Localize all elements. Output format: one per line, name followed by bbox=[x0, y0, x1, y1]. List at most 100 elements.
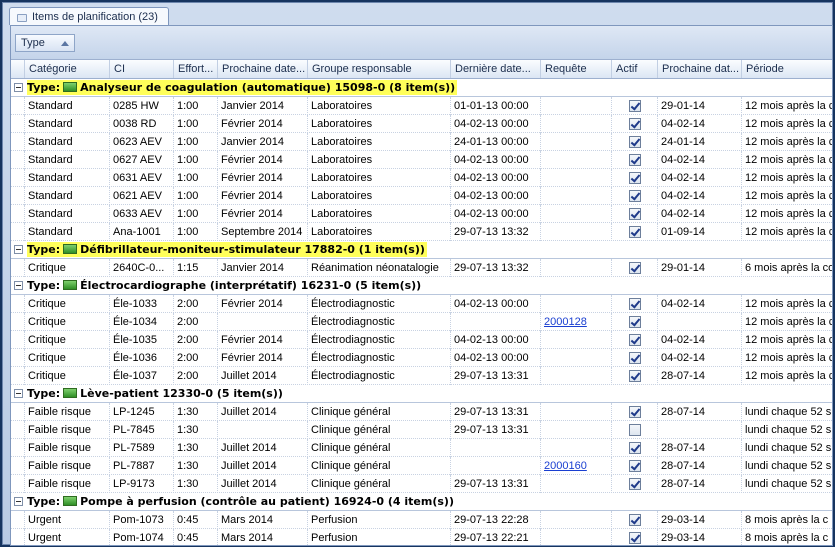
group-row[interactable]: Type: Analyseur de coagulation (automatiq… bbox=[11, 79, 832, 97]
active-checkbox[interactable] bbox=[629, 532, 641, 544]
cell-categorie: Standard bbox=[25, 97, 110, 115]
group-row[interactable]: Type: Lève-patient 12330-0 (5 item(s)) bbox=[11, 385, 832, 403]
group-row[interactable]: Type: Électrocardiographe (interprétatif)… bbox=[11, 277, 832, 295]
cell-prochaine: Janvier 2014 bbox=[218, 97, 308, 115]
active-checkbox[interactable] bbox=[629, 172, 641, 184]
cell-categorie: Critique bbox=[25, 331, 110, 349]
collapse-icon[interactable] bbox=[14, 497, 23, 506]
cell-groupe: Clinique général bbox=[308, 475, 451, 493]
table-row[interactable]: Critique Éle-1034 2:00 Électrodiagnostic 200… bbox=[11, 313, 832, 331]
cell-derniere: 29-07-13 13:32 bbox=[451, 259, 541, 277]
group-by-type-chip[interactable]: Type bbox=[15, 34, 75, 52]
header-col-categorie[interactable]: Catégorie bbox=[25, 60, 110, 78]
table-row[interactable]: Standard 0627 AEV 1:00 Février 2014 Laborato… bbox=[11, 151, 832, 169]
cell-categorie: Critique bbox=[25, 367, 110, 385]
cell-requete: 2000160 bbox=[541, 457, 612, 475]
active-checkbox[interactable] bbox=[629, 460, 641, 472]
active-checkbox[interactable] bbox=[629, 370, 641, 382]
table-row[interactable]: Faible risque LP-9173 1:30 Juillet 2014 Clin… bbox=[11, 475, 832, 493]
cell-periode: 12 mois après la c bbox=[742, 169, 832, 187]
table-row[interactable]: Standard 0621 AEV 1:00 Février 2014 Laborato… bbox=[11, 187, 832, 205]
active-checkbox[interactable] bbox=[629, 352, 641, 364]
table-row[interactable]: Standard 0285 HW 1:00 Janvier 2014 Laboratoi… bbox=[11, 97, 832, 115]
header-col-derniere-date[interactable]: Dernière date... bbox=[451, 60, 541, 78]
cell-requete bbox=[541, 259, 612, 277]
cell-groupe: Laboratoires bbox=[308, 133, 451, 151]
table-row[interactable]: Faible risque PL-7589 1:30 Juillet 2014 Clin… bbox=[11, 439, 832, 457]
cell-prochaine: Février 2014 bbox=[218, 295, 308, 313]
table-row[interactable]: Urgent Pom-1073 0:45 Mars 2014 Perfusion 29-0… bbox=[11, 511, 832, 529]
active-checkbox[interactable] bbox=[629, 118, 641, 130]
collapse-icon[interactable] bbox=[14, 389, 23, 398]
active-checkbox[interactable] bbox=[629, 208, 641, 220]
group-caption: Type: Analyseur de coagulation (automatiq… bbox=[27, 80, 458, 95]
cell-requete bbox=[541, 223, 612, 241]
active-checkbox[interactable] bbox=[629, 334, 641, 346]
cell-prochaine: Septembre 2014 bbox=[218, 223, 308, 241]
header-col-groupe-responsable[interactable]: Groupe responsable bbox=[308, 60, 451, 78]
row-indent bbox=[11, 403, 25, 421]
table-row[interactable]: Urgent Pom-1074 0:45 Mars 2014 Perfusion 29-0… bbox=[11, 529, 832, 545]
table-row[interactable]: Faible risque PL-7845 1:30 Clinique général… bbox=[11, 421, 832, 439]
table-row[interactable]: Standard Ana-1001 1:00 Septembre 2014 Labora… bbox=[11, 223, 832, 241]
cell-periode: 12 mois après la c bbox=[742, 313, 832, 331]
tab-planning-items[interactable]: Items de planification (23) bbox=[9, 7, 169, 25]
active-checkbox[interactable] bbox=[629, 424, 641, 436]
cell-effort: 1:00 bbox=[174, 187, 218, 205]
cell-categorie: Standard bbox=[25, 115, 110, 133]
cell-derniere: 29-07-13 13:31 bbox=[451, 367, 541, 385]
collapse-icon[interactable] bbox=[14, 83, 23, 92]
active-checkbox[interactable] bbox=[629, 514, 641, 526]
table-row[interactable]: Standard 0623 AEV 1:00 Janvier 2014 Laborato… bbox=[11, 133, 832, 151]
header-col-ci[interactable]: CI bbox=[110, 60, 174, 78]
header-col-prochaine-date[interactable]: Prochaine date... bbox=[218, 60, 308, 78]
table-row[interactable]: Faible risque PL-7887 1:30 Juillet 2014 Clin… bbox=[11, 457, 832, 475]
header-col-prochaine-dat[interactable]: Prochaine dat... bbox=[658, 60, 742, 78]
collapse-icon[interactable] bbox=[14, 245, 23, 254]
cell-derniere: 29-07-13 13:32 bbox=[451, 223, 541, 241]
active-checkbox[interactable] bbox=[629, 154, 641, 166]
active-checkbox[interactable] bbox=[629, 190, 641, 202]
header-col-periode[interactable]: Période bbox=[742, 60, 832, 78]
active-checkbox[interactable] bbox=[629, 442, 641, 454]
table-row[interactable]: Critique Éle-1037 2:00 Juillet 2014 Électrod… bbox=[11, 367, 832, 385]
table-row[interactable]: Critique 2640C-0... 1:15 Janvier 2014 Réanim… bbox=[11, 259, 832, 277]
active-checkbox[interactable] bbox=[629, 262, 641, 274]
cell-ci: Éle-1033 bbox=[110, 295, 174, 313]
active-checkbox[interactable] bbox=[629, 478, 641, 490]
cell-derniere: 29-07-13 13:31 bbox=[451, 403, 541, 421]
cell-prochaine2: 29-01-14 bbox=[658, 259, 742, 277]
header-col-requete[interactable]: Requête bbox=[541, 60, 612, 78]
cell-categorie: Critique bbox=[25, 313, 110, 331]
header-col-actif[interactable]: Actif bbox=[612, 60, 658, 78]
cell-prochaine2: 28-07-14 bbox=[658, 403, 742, 421]
active-checkbox[interactable] bbox=[629, 298, 641, 310]
table-row[interactable]: Critique Éle-1036 2:00 Février 2014 Électrod… bbox=[11, 349, 832, 367]
request-link[interactable]: 2000128 bbox=[544, 316, 587, 328]
row-indent bbox=[11, 223, 25, 241]
table-row[interactable]: Critique Éle-1035 2:00 Février 2014 Électrod… bbox=[11, 331, 832, 349]
active-checkbox[interactable] bbox=[629, 226, 641, 238]
table-row[interactable]: Faible risque LP-1245 1:30 Juillet 2014 Clin… bbox=[11, 403, 832, 421]
cell-prochaine: Février 2014 bbox=[218, 151, 308, 169]
cell-periode: 12 mois après la c bbox=[742, 151, 832, 169]
table-row[interactable]: Standard 0631 AEV 1:00 Février 2014 Laborato… bbox=[11, 169, 832, 187]
cell-effort: 1:15 bbox=[174, 259, 218, 277]
cell-derniere bbox=[451, 457, 541, 475]
table-row[interactable]: Critique Éle-1033 2:00 Février 2014 Électrod… bbox=[11, 295, 832, 313]
cell-requete bbox=[541, 529, 612, 545]
cell-ci: PL-7887 bbox=[110, 457, 174, 475]
active-checkbox[interactable] bbox=[629, 136, 641, 148]
cell-categorie: Urgent bbox=[25, 529, 110, 545]
collapse-icon[interactable] bbox=[14, 281, 23, 290]
header-col-effort[interactable]: Effort... bbox=[174, 60, 218, 78]
group-row[interactable]: Type: Défibrillateur-moniteur-stimulateur… bbox=[11, 241, 832, 259]
active-checkbox[interactable] bbox=[629, 316, 641, 328]
cell-groupe: Clinique général bbox=[308, 457, 451, 475]
active-checkbox[interactable] bbox=[629, 406, 641, 418]
group-row[interactable]: Type: Pompe à perfusion (contrôle au pati… bbox=[11, 493, 832, 511]
table-row[interactable]: Standard 0633 AEV 1:00 Février 2014 Laborato… bbox=[11, 205, 832, 223]
request-link[interactable]: 2000160 bbox=[544, 460, 587, 472]
table-row[interactable]: Standard 0038 RD 1:00 Février 2014 Laboratoi… bbox=[11, 115, 832, 133]
active-checkbox[interactable] bbox=[629, 100, 641, 112]
